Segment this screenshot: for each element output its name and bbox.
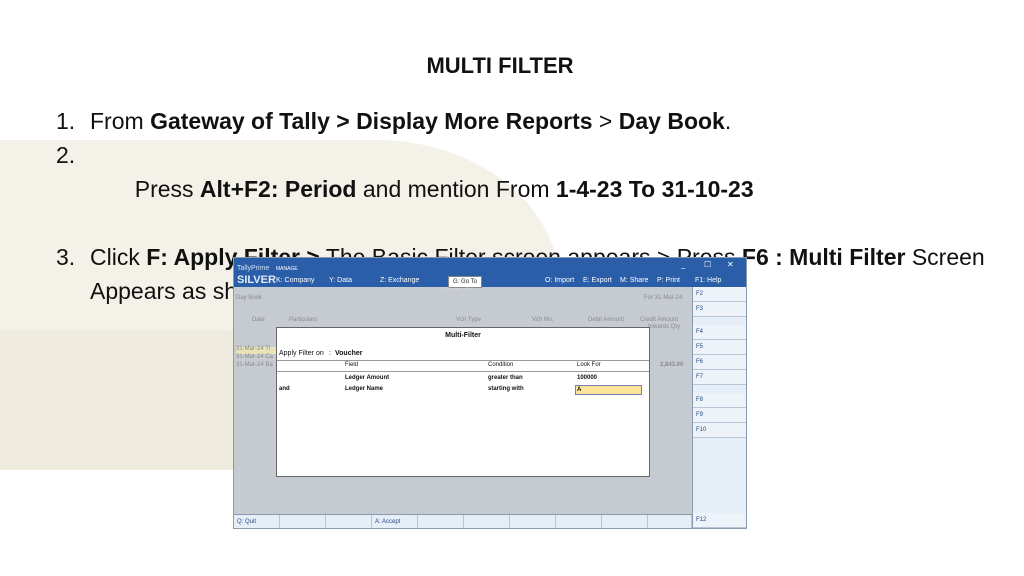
col-date: Date [252, 317, 265, 323]
bg-row: 31-Mar-24 Ba [236, 362, 273, 368]
bg-row: 31-Mar-24 Ca [236, 354, 274, 360]
step-number: 3. [56, 244, 76, 270]
text: > [592, 108, 619, 134]
tally-logo: TallyPrime [237, 265, 270, 272]
key-f7[interactable]: F7 [693, 370, 746, 385]
col-vch-no: Vch No. [532, 317, 554, 323]
text: Press [128, 176, 200, 202]
bottom-empty-button [648, 515, 692, 528]
text: . [724, 108, 732, 134]
key-f2[interactable]: F2 [693, 287, 746, 302]
row-conjunction[interactable]: and [279, 386, 290, 392]
daybook-period: For 31-Mar-24 [644, 295, 683, 301]
step-number: 2. [56, 142, 76, 168]
menu-help[interactable]: F1: Help [695, 277, 721, 284]
header-field: Field [345, 362, 359, 368]
col-inwards-qty: Inwards Qty [648, 324, 681, 330]
bold-text: Alt+F2: Period [199, 176, 357, 202]
row-field[interactable]: Ledger Amount [345, 375, 389, 381]
bottom-empty-button [556, 515, 602, 528]
col-debit: Debit Amount [588, 317, 625, 323]
key-f5[interactable]: F5 [693, 340, 746, 355]
bold-text: F6 : Multi Filter [741, 244, 906, 270]
menu-import[interactable]: O: Import [545, 277, 574, 284]
manage-label: MANAGE [276, 266, 298, 272]
close-icon[interactable]: ✕ [727, 260, 734, 269]
filter-header-row: Field Condition Look For [277, 360, 649, 372]
key-f9[interactable]: F9 [693, 408, 746, 423]
bold-text: Gateway of Tally > Display More Reports [150, 108, 593, 134]
step-number: 1. [56, 108, 76, 134]
key-f8[interactable]: F8 [693, 393, 746, 408]
row-condition[interactable]: greater than [488, 375, 523, 381]
apply-filter-value[interactable]: Voucher [335, 350, 363, 357]
bold-text: Day Book [618, 108, 725, 134]
col-credit: Credit Amount [640, 317, 679, 323]
bottom-empty-button [464, 515, 510, 528]
slide-title: MULTI FILTER [426, 53, 574, 78]
menu-share[interactable]: M: Share [620, 277, 648, 284]
col-particulars: Particulars [289, 317, 318, 323]
apply-filter-label: Apply Filter on [279, 350, 324, 357]
header-look-for: Look For [577, 362, 601, 368]
step-text: Press Alt+F2: Period and mention From 1-… [90, 138, 754, 240]
bottom-empty-button [510, 515, 556, 528]
multi-filter-dialog: Multi-Filter Apply Filter on : Voucher F… [276, 327, 650, 477]
bottom-button-bar: Q: Quit A: Accept [234, 514, 692, 528]
row-condition[interactable]: starting with [488, 386, 524, 392]
key-f10[interactable]: F10 [693, 423, 746, 438]
dialog-title: Multi-Filter [445, 332, 481, 339]
quit-button[interactable]: Q: Quit [234, 515, 280, 528]
bottom-empty-button [418, 515, 464, 528]
key-f3[interactable]: F3 [693, 302, 746, 317]
bg-amount: 2,843.00 [660, 362, 684, 368]
menu-company[interactable]: K: Company [276, 277, 315, 284]
tally-edition: SILVER [237, 274, 276, 286]
step-2: 2. Press Alt+F2: Period and mention From… [56, 138, 1016, 240]
minimize-icon[interactable]: _ [681, 260, 685, 269]
look-for-input[interactable]: A [575, 385, 642, 395]
maximize-icon[interactable]: ☐ [704, 260, 711, 269]
key-f4[interactable]: F4 [693, 325, 746, 340]
text: Click [90, 244, 147, 270]
row-look-for[interactable]: 100000 [577, 375, 597, 381]
right-button-panel: F2 F3 F4 F5 F6 F7 F8 F9 F10 F12 [692, 287, 746, 528]
bold-text: 1-4-23 To 31-10-23 [555, 176, 754, 202]
apply-filter-colon: : [329, 350, 331, 357]
menu-data[interactable]: Y: Data [329, 277, 352, 284]
bottom-empty-button [280, 515, 326, 528]
accept-button[interactable]: A: Accept [372, 515, 418, 528]
bottom-empty-button [602, 515, 648, 528]
menu-print[interactable]: P: Print [657, 277, 680, 284]
header-condition: Condition [488, 362, 514, 368]
key-f12[interactable]: F12 [693, 513, 746, 528]
step-1: 1. From Gateway of Tally > Display More … [56, 104, 1016, 138]
bottom-empty-button [326, 515, 372, 528]
company-name: ITT Trading - (Co) [441, 286, 473, 291]
step-text: From Gateway of Tally > Display More Rep… [90, 104, 731, 138]
row-field[interactable]: Ledger Name [345, 386, 383, 392]
daybook-title: Day Book [236, 295, 263, 301]
tally-top-bar: TallyPrime SILVER MANAGE K: Company Y: D… [234, 258, 746, 291]
key-f6[interactable]: F6 [693, 355, 746, 370]
menu-exchange[interactable]: Z: Exchange [380, 277, 419, 284]
bg-row: 31-Mar-24 Ti [236, 346, 271, 352]
text: From [90, 108, 151, 134]
text: and mention From [356, 176, 556, 202]
menu-export[interactable]: E: Export [583, 277, 612, 284]
tally-screenshot: TallyPrime SILVER MANAGE K: Company Y: D… [233, 257, 747, 529]
col-vch-type: Vch Type [456, 317, 481, 323]
